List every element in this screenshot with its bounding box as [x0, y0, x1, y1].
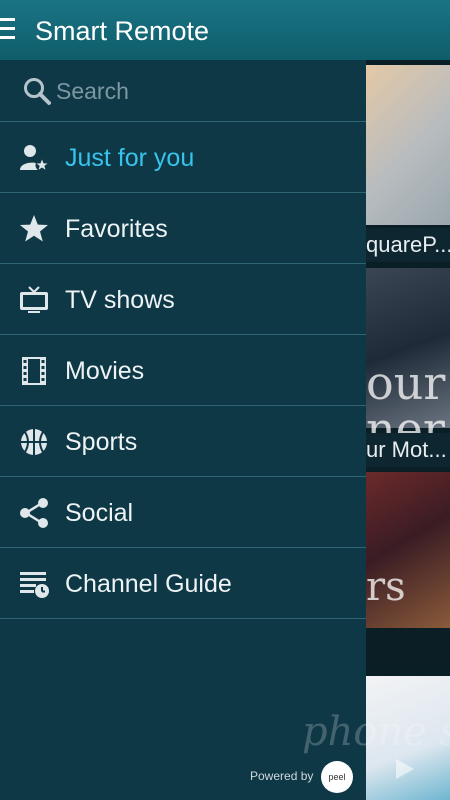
powered-by-label: Powered by	[250, 769, 314, 783]
basketball-icon	[21, 429, 47, 455]
menu-item-label: Movies	[65, 357, 145, 385]
menu-item-label: Channel Guide	[65, 570, 232, 598]
show-title: ur Mot...	[366, 433, 450, 467]
menu-item-movies[interactable]: Movies	[0, 335, 366, 406]
menu-item-channel-guide[interactable]: Channel Guide	[0, 548, 366, 619]
menu-item-tv-shows[interactable]: TV shows	[0, 264, 366, 335]
search-bar	[0, 60, 366, 122]
content-grid: quareP... our ner ur Mot... rs	[366, 60, 450, 800]
show-title: quareP...	[366, 228, 450, 262]
menu-item-label: Favorites	[65, 215, 168, 243]
watermark-logo: phone scoop	[302, 709, 450, 755]
peel-logo: peel	[321, 761, 353, 793]
menu-item-favorites[interactable]: Favorites	[0, 193, 366, 264]
menu-item-label: Sports	[65, 428, 138, 456]
show-thumbnail: our ner	[366, 268, 450, 452]
menu-icon[interactable]	[0, 18, 16, 42]
thumbnail-overlay-text: rs	[366, 564, 406, 610]
menu-item-label: TV shows	[65, 286, 175, 314]
navigation-drawer: Just for you Favorites TV shows	[0, 60, 366, 800]
search-icon	[24, 78, 51, 105]
play-icon[interactable]	[394, 757, 416, 781]
menu-item-label: Social	[65, 499, 134, 527]
show-thumbnail: rs	[366, 472, 450, 628]
show-thumbnail	[366, 65, 450, 225]
show-tile[interactable]: rs	[366, 472, 450, 672]
star-icon	[20, 215, 48, 242]
share-icon	[20, 498, 48, 528]
menu-item-just-for-you[interactable]: Just for you	[0, 122, 366, 193]
tv-icon	[20, 286, 48, 313]
guide-clock-icon	[20, 572, 49, 598]
show-tile[interactable]: our ner ur Mot...	[366, 268, 450, 468]
app-title: Smart Remote	[35, 16, 210, 46]
menu-item-sports[interactable]: Sports	[0, 406, 366, 477]
film-icon	[22, 357, 46, 385]
show-tile[interactable]: quareP...	[366, 60, 450, 265]
menu-item-label: Just for you	[65, 144, 195, 172]
show-title	[366, 628, 450, 662]
user-star-icon	[20, 145, 49, 172]
search-input[interactable]	[56, 74, 346, 108]
app-bar: Smart Remote	[0, 0, 450, 60]
menu-item-social[interactable]: Social	[0, 477, 366, 548]
